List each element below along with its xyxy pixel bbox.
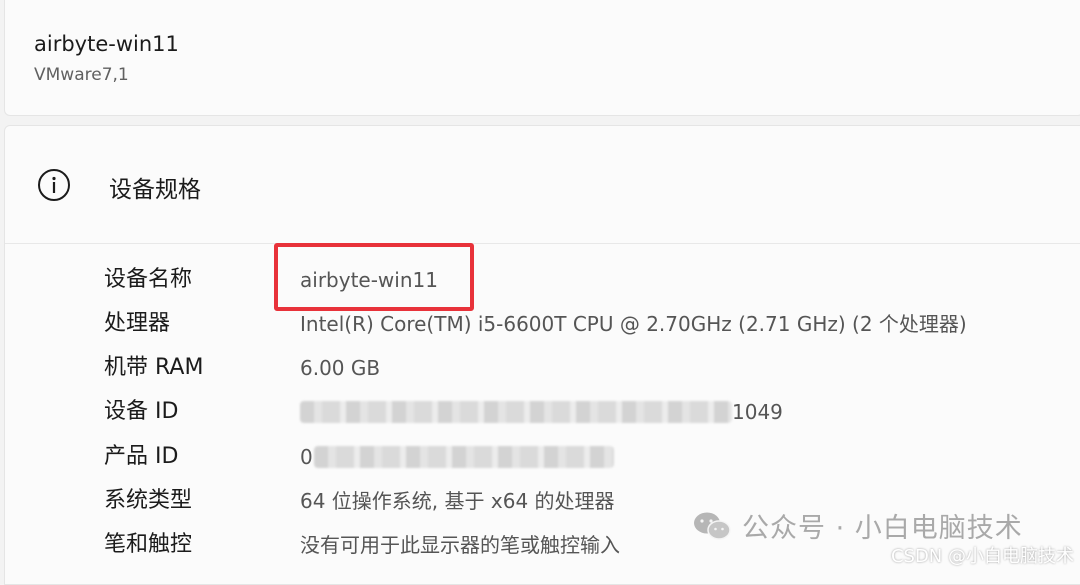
csdn-watermark: CSDN @小白电脑技术 <box>890 546 1074 567</box>
spec-label: 产品 ID <box>104 444 179 469</box>
spec-value: 没有可用于此显示器的笔或触控输入 <box>300 533 620 557</box>
spec-row-device-name: 设备名称 airbyte-win11 <box>104 260 1074 300</box>
redacted-product-id <box>314 446 614 468</box>
spec-row-device-id: 设备 ID 1049 <box>104 392 1074 432</box>
spec-label: 笔和触控 <box>104 532 193 557</box>
spec-value: 6.00 GB <box>300 356 381 380</box>
highlight-box <box>274 243 474 311</box>
spec-value: 64 位操作系统, 基于 x64 的处理器 <box>300 489 615 513</box>
spec-label: 处理器 <box>104 311 171 336</box>
spec-value: 1049 <box>732 400 783 424</box>
spec-row-processor: 处理器 Intel(R) Core(TM) i5-6600T CPU @ 2.7… <box>104 304 1074 344</box>
device-name-heading: airbyte-win11 <box>34 32 179 56</box>
info-icon <box>38 169 70 201</box>
spec-row-product-id: 产品 ID 0 <box>104 437 1074 477</box>
spec-title: 设备规格 <box>109 177 201 203</box>
spec-label: 设备 ID <box>104 399 179 424</box>
redacted-device-id <box>300 401 732 423</box>
device-summary-card: airbyte-win11 VMware7,1 <box>4 0 1080 116</box>
spec-label: 设备名称 <box>104 267 193 292</box>
wechat-icon <box>694 512 731 540</box>
spec-label: 系统类型 <box>104 488 193 513</box>
spec-row-ram: 机带 RAM 6.00 GB <box>104 348 1074 388</box>
device-model-text: VMware7,1 <box>34 65 129 85</box>
spec-label: 机带 RAM <box>104 355 204 380</box>
spec-value: 0 <box>300 445 313 469</box>
spec-header[interactable]: 设备规格 <box>5 126 1080 244</box>
watermark-text: 公众号 · 小白电脑技术 <box>742 513 1023 544</box>
